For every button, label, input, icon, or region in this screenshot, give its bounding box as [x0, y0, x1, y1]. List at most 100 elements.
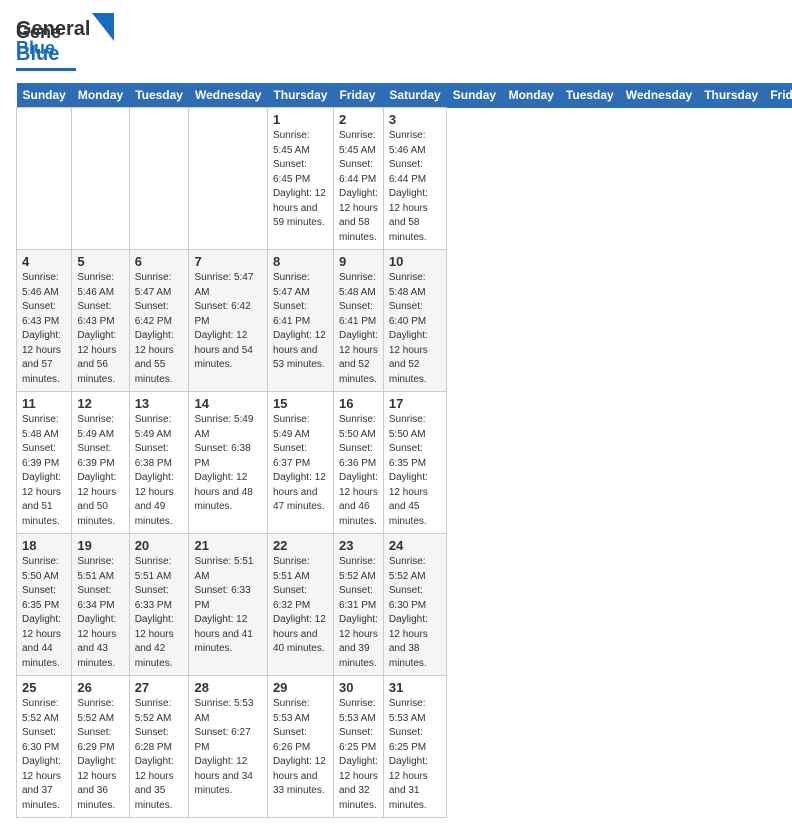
calendar-cell: 13Sunrise: 5:49 AMSunset: 6:38 PMDayligh…: [129, 392, 189, 534]
day-number: 15: [273, 396, 328, 411]
day-number: 8: [273, 254, 328, 269]
day-number: 9: [339, 254, 378, 269]
day-number: 20: [135, 538, 184, 553]
day-number: 12: [77, 396, 123, 411]
page-header: General Blue General Blue: [16, 16, 776, 71]
day-number: 6: [135, 254, 184, 269]
day-info: Sunrise: 5:45 AMSunset: 6:45 PMDaylight:…: [273, 129, 328, 231]
calendar-cell: 23 Sunrise: 5:52 AMSunset: 6:31 PMDayligh…: [333, 534, 383, 676]
calendar-cell: [72, 108, 129, 250]
calendar-cell: 1 Sunrise: 5:45 AMSunset: 6:45 PMDaylight…: [267, 108, 333, 250]
calendar-cell: 17 Sunrise: 5:50 AMSunset: 6:35 PMDayligh…: [383, 392, 446, 534]
calendar-table: SundayMondayTuesdayWednesdayThursdayFrid…: [16, 83, 792, 818]
calendar-cell: 16 Sunrise: 5:50 AMSunset: 6:36 PMDayligh…: [333, 392, 383, 534]
day-number: 31: [389, 680, 441, 695]
calendar-cell: 22 Sunrise: 5:51 AMSunset: 6:32 PMDayligh…: [267, 534, 333, 676]
calendar-cell: 9Sunrise: 5:48 AMSunset: 6:41 PMDaylight…: [333, 250, 383, 392]
calendar-cell: [17, 108, 72, 250]
col-header-tuesday: Tuesday: [560, 83, 620, 108]
logo-blue-text: Blue: [16, 43, 59, 65]
day-info: Sunrise: 5:51 AMSunset: 6:32 PMDaylight:…: [273, 555, 328, 657]
day-info: Sunrise: 5:51 AMSunset: 6:33 PMDaylight:…: [194, 555, 261, 657]
calendar-header-row: SundayMondayTuesdayWednesdayThursdayFrid…: [17, 83, 792, 108]
col-header-sunday: Sunday: [17, 83, 72, 108]
day-number: 1: [273, 112, 328, 127]
day-info: Sunrise: 5:47 AMSunset: 6:42 PMDaylight:…: [135, 271, 184, 387]
calendar-cell: 30 Sunrise: 5:53 AMSunset: 6:25 PMDayligh…: [333, 676, 383, 818]
col-header-saturday: Saturday: [383, 83, 446, 108]
logo-general-text: General: [16, 18, 90, 41]
col-header-wednesday: Wednesday: [189, 83, 267, 108]
day-info: Sunrise: 5:47 AMSunset: 6:41 PMDaylight:…: [273, 271, 328, 373]
col-header-monday: Monday: [72, 83, 129, 108]
calendar-cell: 25Sunrise: 5:52 AMSunset: 6:30 PMDayligh…: [17, 676, 72, 818]
day-info: Sunrise: 5:52 AMSunset: 6:29 PMDaylight:…: [77, 697, 123, 813]
day-number: 16: [339, 396, 378, 411]
day-info: Sunrise: 5:52 AMSunset: 6:30 PMDaylight:…: [389, 555, 441, 671]
day-info: Sunrise: 5:47 AMSunset: 6:42 PMDaylight:…: [194, 271, 261, 373]
day-number: 23: [339, 538, 378, 553]
day-info: Sunrise: 5:52 AMSunset: 6:31 PMDaylight:…: [339, 555, 378, 671]
day-number: 3: [389, 112, 441, 127]
calendar-cell: 27Sunrise: 5:52 AMSunset: 6:28 PMDayligh…: [129, 676, 189, 818]
day-number: 26: [77, 680, 123, 695]
day-number: 25: [22, 680, 66, 695]
day-info: Sunrise: 5:53 AMSunset: 6:26 PMDaylight:…: [273, 697, 328, 799]
day-number: 11: [22, 396, 66, 411]
calendar-cell: 14Sunrise: 5:49 AMSunset: 6:38 PMDayligh…: [189, 392, 267, 534]
calendar-cell: 3 Sunrise: 5:46 AMSunset: 6:44 PMDaylight…: [383, 108, 446, 250]
calendar-cell: 19Sunrise: 5:51 AMSunset: 6:34 PMDayligh…: [72, 534, 129, 676]
calendar-cell: 5 Sunrise: 5:46 AMSunset: 6:43 PMDaylight…: [72, 250, 129, 392]
day-number: 17: [389, 396, 441, 411]
day-info: Sunrise: 5:50 AMSunset: 6:35 PMDaylight:…: [389, 413, 441, 529]
day-info: Sunrise: 5:49 AMSunset: 6:37 PMDaylight:…: [273, 413, 328, 515]
day-info: Sunrise: 5:50 AMSunset: 6:35 PMDaylight:…: [22, 555, 66, 671]
day-info: Sunrise: 5:46 AMSunset: 6:43 PMDaylight:…: [77, 271, 123, 387]
col-header-friday: Friday: [764, 83, 792, 108]
day-info: Sunrise: 5:49 AMSunset: 6:39 PMDaylight:…: [77, 413, 123, 529]
day-number: 27: [135, 680, 184, 695]
day-number: 19: [77, 538, 123, 553]
day-number: 10: [389, 254, 441, 269]
day-number: 29: [273, 680, 328, 695]
logo-line: [16, 68, 76, 71]
day-number: 30: [339, 680, 378, 695]
day-number: 21: [194, 538, 261, 553]
calendar-week-row: 25Sunrise: 5:52 AMSunset: 6:30 PMDayligh…: [17, 676, 792, 818]
calendar-cell: 20Sunrise: 5:51 AMSunset: 6:33 PMDayligh…: [129, 534, 189, 676]
col-header-monday: Monday: [503, 83, 560, 108]
day-info: Sunrise: 5:46 AMSunset: 6:43 PMDaylight:…: [22, 271, 66, 387]
calendar-week-row: 18Sunrise: 5:50 AMSunset: 6:35 PMDayligh…: [17, 534, 792, 676]
calendar-cell: 15 Sunrise: 5:49 AMSunset: 6:37 PMDayligh…: [267, 392, 333, 534]
calendar-cell: 18Sunrise: 5:50 AMSunset: 6:35 PMDayligh…: [17, 534, 72, 676]
day-info: Sunrise: 5:53 AMSunset: 6:25 PMDaylight:…: [339, 697, 378, 813]
col-header-sunday: Sunday: [447, 83, 503, 108]
col-header-friday: Friday: [333, 83, 383, 108]
day-info: Sunrise: 5:53 AMSunset: 6:27 PMDaylight:…: [194, 697, 261, 799]
calendar-cell: 24 Sunrise: 5:52 AMSunset: 6:30 PMDayligh…: [383, 534, 446, 676]
calendar-cell: 31Sunrise: 5:53 AMSunset: 6:25 PMDayligh…: [383, 676, 446, 818]
day-number: 2: [339, 112, 378, 127]
col-header-thursday: Thursday: [267, 83, 333, 108]
day-number: 14: [194, 396, 261, 411]
day-number: 13: [135, 396, 184, 411]
day-number: 22: [273, 538, 328, 553]
calendar-cell: 8 Sunrise: 5:47 AMSunset: 6:41 PMDaylight…: [267, 250, 333, 392]
calendar-week-row: 4 Sunrise: 5:46 AMSunset: 6:43 PMDaylight…: [17, 250, 792, 392]
col-header-thursday: Thursday: [698, 83, 764, 108]
calendar-cell: [129, 108, 189, 250]
calendar-cell: 4 Sunrise: 5:46 AMSunset: 6:43 PMDaylight…: [17, 250, 72, 392]
calendar-cell: 6 Sunrise: 5:47 AMSunset: 6:42 PMDaylight…: [129, 250, 189, 392]
calendar-cell: 12 Sunrise: 5:49 AMSunset: 6:39 PMDayligh…: [72, 392, 129, 534]
col-header-wednesday: Wednesday: [620, 83, 698, 108]
calendar-cell: 11Sunrise: 5:48 AMSunset: 6:39 PMDayligh…: [17, 392, 72, 534]
day-info: Sunrise: 5:50 AMSunset: 6:36 PMDaylight:…: [339, 413, 378, 529]
day-number: 24: [389, 538, 441, 553]
calendar-cell: 29 Sunrise: 5:53 AMSunset: 6:26 PMDayligh…: [267, 676, 333, 818]
day-info: Sunrise: 5:46 AMSunset: 6:44 PMDaylight:…: [389, 129, 441, 245]
calendar-cell: 26 Sunrise: 5:52 AMSunset: 6:29 PMDayligh…: [72, 676, 129, 818]
calendar-cell: 7Sunrise: 5:47 AMSunset: 6:42 PMDaylight…: [189, 250, 267, 392]
calendar-week-row: 11Sunrise: 5:48 AMSunset: 6:39 PMDayligh…: [17, 392, 792, 534]
day-number: 5: [77, 254, 123, 269]
day-number: 4: [22, 254, 66, 269]
